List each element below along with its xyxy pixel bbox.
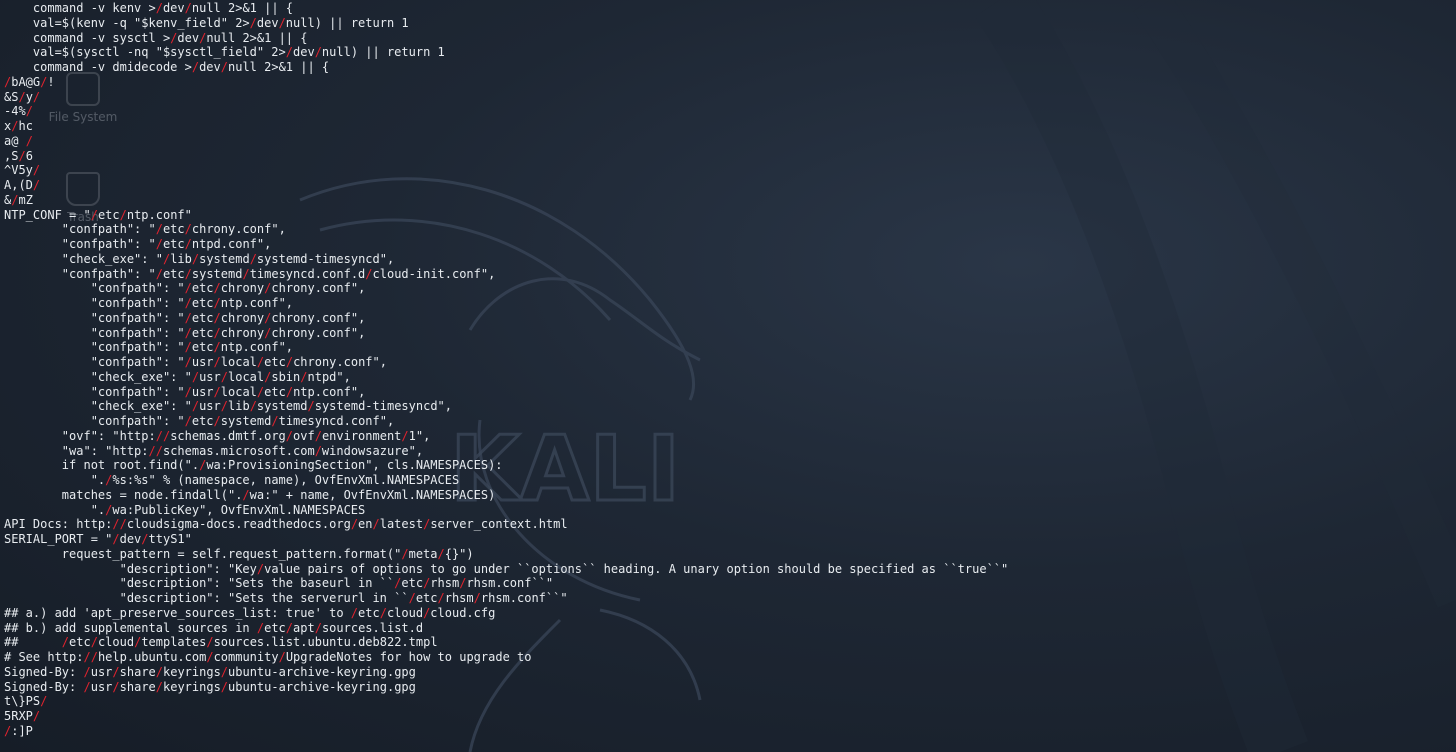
terminal-line: "wa": "http://schemas.microsoft.com/wind… [4, 443, 424, 458]
terminal-line: matches = node.findall("./wa:" + name, O… [4, 487, 496, 502]
terminal-line: command -v dmidecode >/dev/null 2>&1 || … [4, 60, 330, 74]
terminal-line: "confpath": "/etc/chrony/chrony.conf", [4, 325, 366, 340]
terminal-line: "confpath": "/etc/ntpd.conf", [4, 237, 272, 251]
terminal-line: ## a.) add 'apt_preserve_sources_list: t… [4, 605, 496, 620]
terminal-line: "confpath": "/etc/systemd/timesyncd.conf… [4, 414, 395, 428]
terminal-line: /bA@G/! [4, 74, 55, 89]
terminal-line: "confpath": "/etc/chrony/chrony.conf", [4, 281, 366, 296]
terminal-line: a@ / [4, 133, 33, 148]
terminal-line: "confpath": "/etc/systemd/timesyncd.conf… [4, 266, 496, 281]
terminal-line: "confpath": "/etc/ntp.conf", [4, 340, 294, 355]
terminal-line: "ovf": "http://schemas.dmtf.org/ovf/envi… [4, 428, 431, 443]
terminal-output[interactable]: command -v kenv >/dev/null 2>&1 || { val… [4, 1, 1008, 739]
terminal-line: request_pattern = self.request_pattern.f… [4, 546, 474, 561]
terminal-line: 5RXP/ [4, 709, 41, 723]
terminal-line: "confpath": "/usr/local/etc/ntp.conf", [4, 384, 366, 399]
terminal-line: command -v sysctl >/dev/null 2>&1 || { [4, 30, 308, 45]
terminal-line: "description": "Sets the serverurl in ``… [4, 591, 568, 605]
terminal-line: val=$(sysctl -nq "$sysctl_field" 2>/dev/… [4, 45, 445, 60]
terminal-line: "description": "Key/value pairs of optio… [4, 561, 1009, 576]
terminal-line: /:]P [4, 723, 33, 738]
terminal-line: "description": "Sets the baseurl in ``/e… [4, 576, 554, 591]
terminal-line: "./%s:%s" % (namespace, name), OvfEnvXml… [4, 473, 460, 487]
terminal-line: "confpath": "/etc/chrony.conf", [4, 222, 286, 237]
terminal-line: A,(D/ [4, 178, 41, 192]
terminal-line: Signed-By: /usr/share/keyrings/ubuntu-ar… [4, 679, 416, 694]
terminal-line: command -v kenv >/dev/null 2>&1 || { [4, 1, 294, 15]
terminal-line: ## /etc/cloud/templates/sources.list.ubu… [4, 635, 438, 650]
terminal-line: "confpath": "/etc/chrony/chrony.conf", [4, 310, 366, 325]
terminal-line: val=$(kenv -q "$kenv_field" 2>/dev/null)… [4, 15, 409, 30]
terminal-line: "confpath": "/etc/ntp.conf", [4, 296, 294, 310]
terminal-line: Signed-By: /usr/share/keyrings/ubuntu-ar… [4, 664, 416, 679]
terminal-line: "check_exe": "/usr/lib/systemd/systemd-t… [4, 399, 453, 414]
terminal-line: "confpath": "/usr/local/etc/chrony.conf"… [4, 355, 387, 369]
terminal-line: x/hc [4, 119, 33, 133]
terminal-line: SERIAL_PORT = "/dev/ttyS1" [4, 532, 192, 546]
terminal-line: if not root.find("./wa:ProvisioningSecti… [4, 458, 503, 473]
terminal-line: "check_exe": "/lib/systemd/systemd-times… [4, 251, 395, 266]
terminal-line: t\}PS/ [4, 694, 48, 709]
terminal-line: &/mZ [4, 192, 33, 207]
terminal-line: "check_exe": "/usr/local/sbin/ntpd", [4, 369, 351, 384]
terminal-line: API Docs: http://cloudsigma-docs.readthe… [4, 517, 568, 532]
terminal-line: NTP_CONF = "/etc/ntp.conf" [4, 207, 192, 222]
terminal-line: -4%/ [4, 104, 33, 119]
terminal-line: ## b.) add supplemental sources in /etc/… [4, 620, 424, 635]
terminal-line: # See http://help.ubuntu.com/community/U… [4, 650, 532, 664]
terminal-line: ^V5y/ [4, 163, 41, 178]
terminal-line: &S/y/ [4, 89, 41, 104]
terminal-line: ,S/6 [4, 148, 33, 163]
desktop-screen: KALI File System Trash command -v kenv >… [0, 0, 1456, 752]
terminal-line: "./wa:PublicKey", OvfEnvXml.NAMESPACES [4, 502, 366, 517]
